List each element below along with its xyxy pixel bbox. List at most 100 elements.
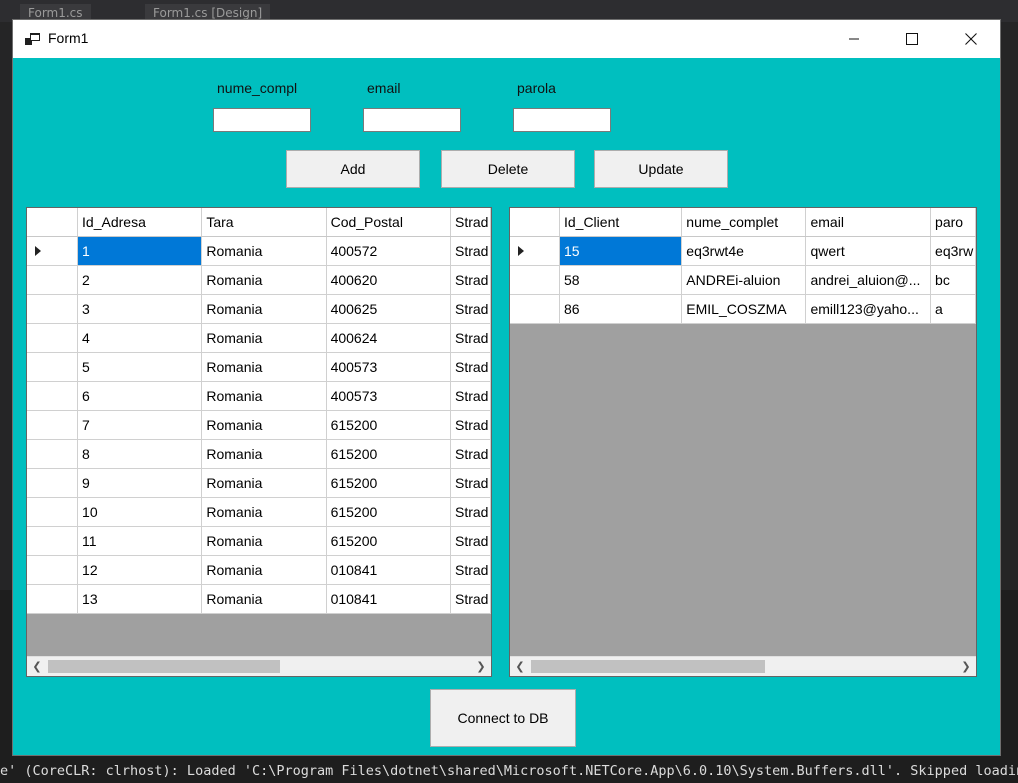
cell-strada[interactable]: Strad: [450, 323, 491, 353]
cell-cod-postal[interactable]: 615200: [326, 526, 451, 556]
table-row[interactable]: 8 Romania 615200 Strad: [27, 439, 491, 469]
row-header[interactable]: [27, 323, 79, 353]
table-row[interactable]: 10 Romania 615200 Strad: [27, 497, 491, 527]
close-button[interactable]: [942, 20, 1000, 58]
email-input[interactable]: [363, 108, 461, 132]
table-row[interactable]: 15 eq3rwt4e qwert eq3rw: [510, 236, 976, 266]
scroll-thumb[interactable]: [48, 660, 280, 673]
cell-id-adresa[interactable]: 5: [77, 352, 203, 382]
cell-strada[interactable]: Strad: [450, 294, 491, 324]
cell-tara[interactable]: Romania: [201, 584, 327, 614]
cell-strada[interactable]: Strad: [450, 584, 491, 614]
row-header[interactable]: [510, 265, 560, 295]
cell-id-client[interactable]: 15: [559, 236, 683, 266]
cell-id-adresa[interactable]: 11: [77, 526, 203, 556]
row-header[interactable]: [27, 236, 79, 266]
col-header-tara[interactable]: Tara: [201, 208, 327, 237]
cell-cod-postal[interactable]: 400573: [326, 381, 451, 411]
cell-parola[interactable]: a: [930, 294, 976, 324]
table-row[interactable]: 58 ANDREi-aluion andrei_aluion@... bc: [510, 265, 976, 295]
cell-strada[interactable]: Strad: [450, 555, 491, 585]
cell-cod-postal[interactable]: 615200: [326, 468, 451, 498]
cell-cod-postal[interactable]: 400620: [326, 265, 451, 295]
col-header-id-adresa[interactable]: Id_Adresa: [77, 208, 203, 237]
col-header-strada[interactable]: Strad: [450, 208, 491, 237]
table-row[interactable]: 7 Romania 615200 Strad: [27, 410, 491, 440]
cell-id-adresa[interactable]: 13: [77, 584, 203, 614]
cell-tara[interactable]: Romania: [201, 323, 327, 353]
cell-id-adresa[interactable]: 6: [77, 381, 203, 411]
row-header[interactable]: [27, 294, 79, 324]
row-header-corner[interactable]: [27, 208, 79, 237]
cell-id-adresa[interactable]: 2: [77, 265, 203, 295]
cell-id-client[interactable]: 58: [559, 265, 683, 295]
table-row[interactable]: 9 Romania 615200 Strad: [27, 468, 491, 498]
row-header[interactable]: [27, 468, 79, 498]
table-row[interactable]: 1 Romania 400572 Strad: [27, 236, 491, 266]
col-header-parola[interactable]: paro: [930, 208, 976, 237]
cell-tara[interactable]: Romania: [201, 410, 327, 440]
cell-cod-postal[interactable]: 010841: [326, 584, 451, 614]
cell-strada[interactable]: Strad: [450, 526, 491, 556]
scroll-left-icon[interactable]: ❮: [510, 657, 530, 676]
adrese-grid[interactable]: Id_Adresa Tara Cod_Postal Strad 1 Romania…: [26, 207, 492, 677]
table-row[interactable]: 11 Romania 615200 Strad: [27, 526, 491, 556]
cell-id-adresa[interactable]: 9: [77, 468, 203, 498]
cell-strada[interactable]: Strad: [450, 497, 491, 527]
add-button[interactable]: Add: [286, 150, 420, 188]
cell-tara[interactable]: Romania: [201, 555, 327, 585]
cell-nume-complet[interactable]: eq3rwt4e: [681, 236, 807, 266]
title-bar[interactable]: Form1: [13, 20, 1000, 58]
row-header[interactable]: [27, 497, 79, 527]
cell-parola[interactable]: eq3rw: [930, 236, 976, 266]
table-row[interactable]: 5 Romania 400573 Strad: [27, 352, 491, 382]
cell-id-adresa[interactable]: 12: [77, 555, 203, 585]
table-row[interactable]: 13 Romania 010841 Strad: [27, 584, 491, 614]
cell-id-adresa[interactable]: 10: [77, 497, 203, 527]
row-header[interactable]: [27, 352, 79, 382]
cell-strada[interactable]: Strad: [450, 265, 491, 295]
cell-id-adresa[interactable]: 8: [77, 439, 203, 469]
cell-cod-postal[interactable]: 615200: [326, 410, 451, 440]
row-header[interactable]: [27, 381, 79, 411]
cell-tara[interactable]: Romania: [201, 497, 327, 527]
cell-strada[interactable]: Strad: [450, 236, 491, 266]
maximize-button[interactable]: [883, 20, 941, 58]
row-header[interactable]: [27, 265, 79, 295]
scroll-right-icon[interactable]: ❯: [956, 657, 976, 676]
cell-strada[interactable]: Strad: [450, 439, 491, 469]
row-header[interactable]: [510, 236, 560, 266]
delete-button[interactable]: Delete: [441, 150, 575, 188]
table-row[interactable]: 86 EMIL_COSZMA emill123@yaho... a: [510, 294, 976, 324]
cell-cod-postal[interactable]: 615200: [326, 439, 451, 469]
clienti-grid[interactable]: Id_Client nume_complet email paro 15 eq3r…: [509, 207, 977, 677]
parola-input[interactable]: [513, 108, 611, 132]
cell-email[interactable]: emill123@yaho...: [805, 294, 932, 324]
cell-cod-postal[interactable]: 010841: [326, 555, 451, 585]
cell-tara[interactable]: Romania: [201, 236, 327, 266]
cell-cod-postal[interactable]: 400624: [326, 323, 451, 353]
scroll-left-icon[interactable]: ❮: [27, 657, 47, 676]
cell-parola[interactable]: bc: [930, 265, 976, 295]
col-header-email[interactable]: email: [805, 208, 932, 237]
row-header[interactable]: [27, 584, 79, 614]
cell-nume-complet[interactable]: EMIL_COSZMA: [681, 294, 807, 324]
cell-email[interactable]: qwert: [805, 236, 932, 266]
table-row[interactable]: 6 Romania 400573 Strad: [27, 381, 491, 411]
cell-id-adresa[interactable]: 3: [77, 294, 203, 324]
table-row[interactable]: 2 Romania 400620 Strad: [27, 265, 491, 295]
row-header-corner[interactable]: [510, 208, 560, 237]
cell-id-adresa[interactable]: 1: [77, 236, 203, 266]
row-header[interactable]: [27, 555, 79, 585]
cell-id-adresa[interactable]: 7: [77, 410, 203, 440]
cell-email[interactable]: andrei_aluion@...: [805, 265, 932, 295]
clienti-hscrollbar[interactable]: ❮ ❯: [510, 656, 976, 676]
row-header[interactable]: [27, 439, 79, 469]
connect-db-button[interactable]: Connect to DB: [430, 689, 576, 747]
table-row[interactable]: 3 Romania 400625 Strad: [27, 294, 491, 324]
row-header[interactable]: [27, 526, 79, 556]
cell-tara[interactable]: Romania: [201, 352, 327, 382]
cell-strada[interactable]: Strad: [450, 381, 491, 411]
adrese-hscrollbar[interactable]: ❮ ❯: [27, 656, 491, 676]
scroll-thumb[interactable]: [531, 660, 765, 673]
